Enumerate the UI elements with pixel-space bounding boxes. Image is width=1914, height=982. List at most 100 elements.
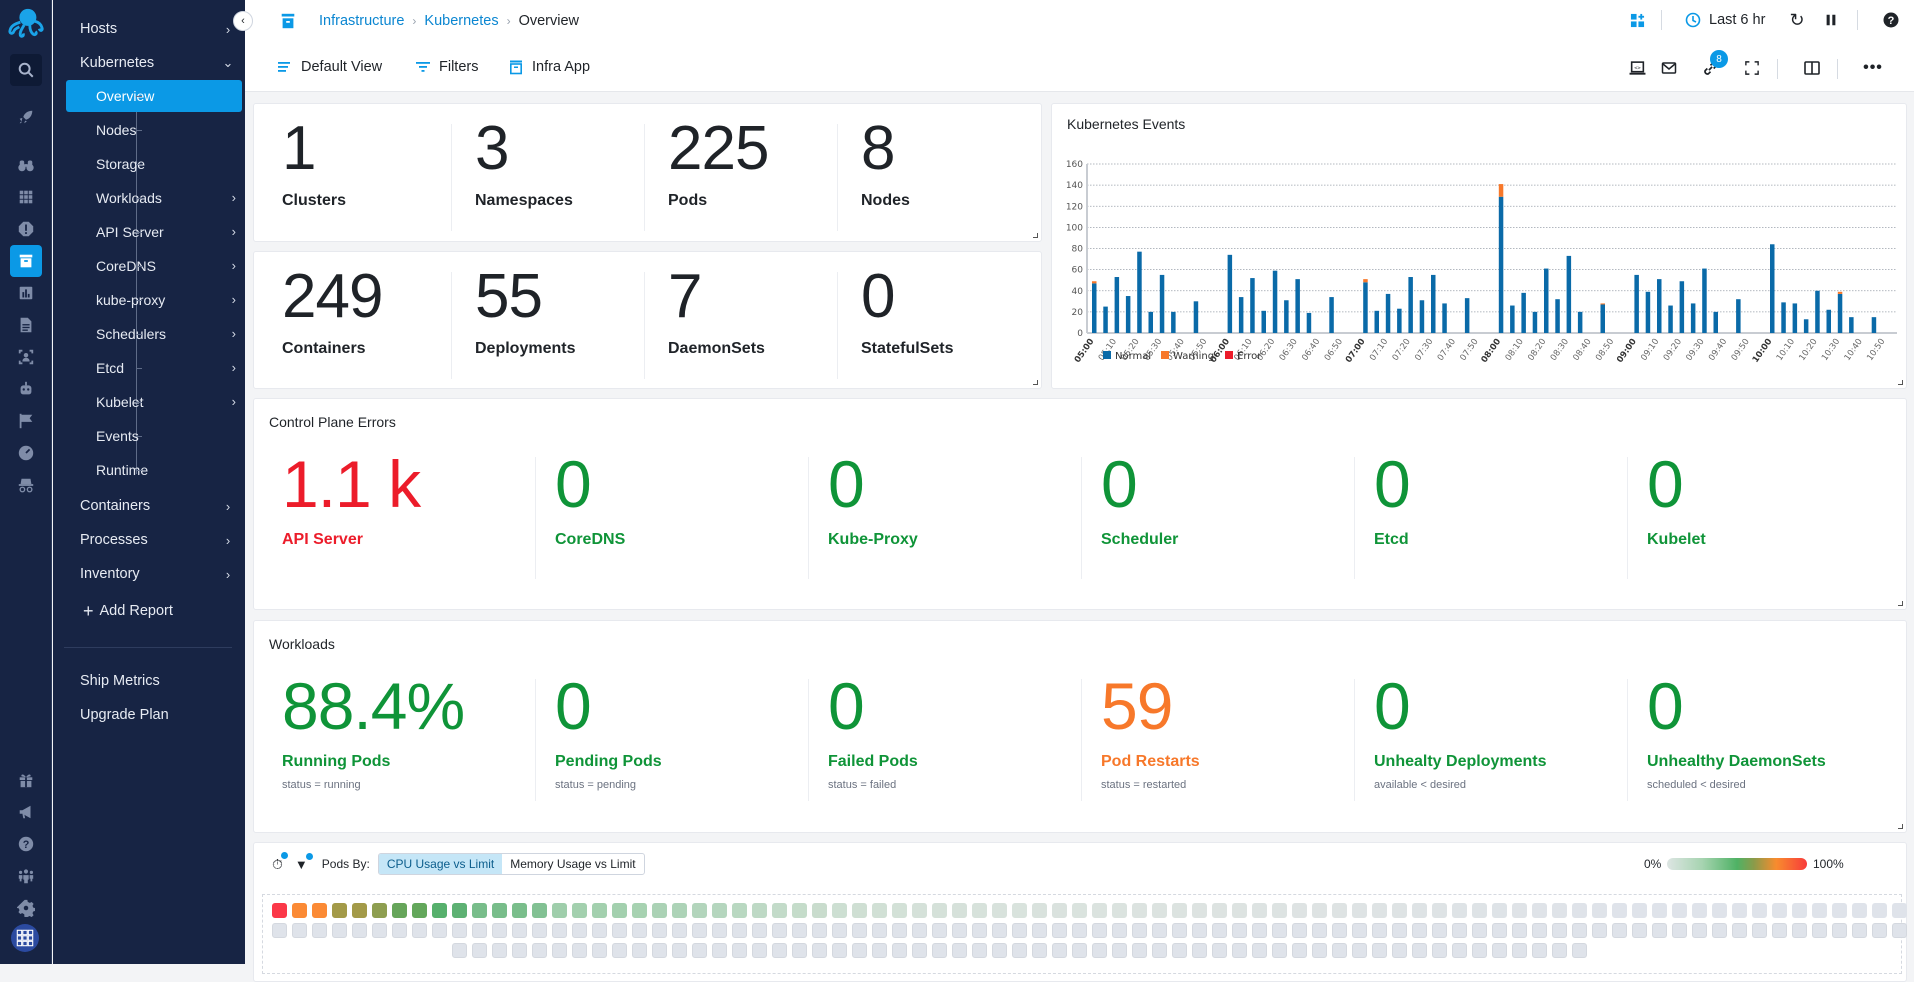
share-link-button[interactable]: 8 — [1700, 50, 1728, 78]
pod-cell[interactable] — [972, 943, 987, 958]
pod-cell[interactable] — [1752, 903, 1767, 918]
pod-cell[interactable] — [1552, 903, 1567, 918]
pod-cell[interactable] — [632, 903, 647, 918]
chart-icon[interactable] — [10, 277, 42, 309]
help-icon[interactable]: ? — [1881, 10, 1901, 30]
pod-cell[interactable] — [1232, 943, 1247, 958]
pod-cell[interactable] — [1512, 903, 1527, 918]
pod-cell[interactable] — [1392, 923, 1407, 938]
gift-icon[interactable] — [10, 764, 42, 796]
pod-cell[interactable] — [1812, 903, 1827, 918]
pod-cell[interactable] — [1612, 923, 1627, 938]
pod-cell[interactable] — [1572, 943, 1587, 958]
nav-subitem-coredns[interactable]: CoreDNS › — [66, 250, 242, 282]
pod-cell[interactable] — [932, 903, 947, 918]
account-avatar[interactable] — [11, 924, 39, 952]
nav-subitem-storage[interactable]: Storage — [66, 148, 242, 180]
pod-cell[interactable] — [472, 943, 487, 958]
pod-cell[interactable] — [572, 903, 587, 918]
pod-cell[interactable] — [912, 903, 927, 918]
add-widget-icon[interactable] — [1628, 11, 1646, 29]
pod-cell[interactable] — [1652, 903, 1667, 918]
pod-cell[interactable] — [712, 903, 727, 918]
pod-cell[interactable] — [1512, 943, 1527, 958]
team-icon[interactable] — [10, 860, 42, 892]
pod-cell[interactable] — [1172, 943, 1187, 958]
pod-cell[interactable] — [752, 923, 767, 938]
stat-namespaces[interactable]: 3 Namespaces — [475, 118, 573, 210]
pod-cell[interactable] — [1332, 943, 1347, 958]
pod-cell[interactable] — [872, 903, 887, 918]
alert-icon[interactable] — [10, 213, 42, 245]
pod-cell[interactable] — [1852, 903, 1867, 918]
pod-cell[interactable] — [1572, 903, 1587, 918]
pod-cell[interactable] — [1452, 923, 1467, 938]
pod-cell[interactable] — [1592, 923, 1607, 938]
filter-info-icon[interactable]: ▼ — [295, 852, 313, 872]
search-icon[interactable] — [10, 54, 42, 86]
pod-cell[interactable] — [352, 923, 367, 938]
pod-cell[interactable] — [1012, 923, 1027, 938]
pod-cell[interactable] — [1392, 943, 1407, 958]
pod-cell[interactable] — [1532, 943, 1547, 958]
email-icon[interactable] — [1659, 58, 1679, 78]
pod-cell[interactable] — [852, 923, 867, 938]
pod-cell[interactable] — [1712, 903, 1727, 918]
pod-cell[interactable] — [932, 943, 947, 958]
resize-handle[interactable] — [1033, 233, 1038, 238]
octopus-logo[interactable] — [6, 6, 46, 42]
stat-etcd[interactable]: 0 Etcd — [1374, 451, 1411, 549]
document-icon[interactable] — [10, 309, 42, 341]
pod-cell[interactable] — [1072, 923, 1087, 938]
infra-app-button[interactable]: Infra App — [508, 59, 590, 75]
pod-cell[interactable] — [1332, 923, 1347, 938]
stat-kube-proxy[interactable]: 0 Kube-Proxy — [828, 451, 918, 549]
pod-cell[interactable] — [1532, 923, 1547, 938]
pod-cell[interactable] — [1372, 923, 1387, 938]
pod-cell[interactable] — [292, 903, 307, 918]
pod-cell[interactable] — [1672, 923, 1687, 938]
pod-cell[interactable] — [1112, 923, 1127, 938]
rocket-icon[interactable] — [10, 101, 42, 133]
pod-cell[interactable] — [732, 903, 747, 918]
pod-cell[interactable] — [1032, 903, 1047, 918]
pod-cell[interactable] — [452, 923, 467, 938]
pod-cell[interactable] — [652, 923, 667, 938]
pod-cell[interactable] — [312, 923, 327, 938]
pod-cell[interactable] — [1352, 903, 1367, 918]
pod-cell[interactable] — [1732, 923, 1747, 938]
pod-cell[interactable] — [1272, 903, 1287, 918]
pod-cell[interactable] — [1272, 923, 1287, 938]
pod-cell[interactable] — [332, 903, 347, 918]
flag-icon[interactable] — [10, 405, 42, 437]
stat-running-pods[interactable]: 88.4% Running Pods status = running — [282, 673, 465, 791]
pod-cell[interactable] — [1832, 903, 1847, 918]
pod-cell[interactable] — [272, 903, 287, 918]
pod-cell[interactable] — [1232, 903, 1247, 918]
pod-cell[interactable] — [872, 943, 887, 958]
megaphone-icon[interactable] — [10, 796, 42, 828]
pod-cell[interactable] — [492, 903, 507, 918]
stat-pods[interactable]: 225 Pods — [668, 118, 769, 210]
pod-cell[interactable] — [1052, 923, 1067, 938]
pod-cell[interactable] — [992, 943, 1007, 958]
pod-cell[interactable] — [1432, 903, 1447, 918]
nav-subitem-etcd[interactable]: Etcd › — [66, 352, 242, 384]
default-view-button[interactable]: Default View — [277, 59, 382, 75]
pod-cell[interactable] — [1092, 943, 1107, 958]
pod-cell[interactable] — [1792, 923, 1807, 938]
pod-cell[interactable] — [772, 943, 787, 958]
pod-cell[interactable] — [612, 903, 627, 918]
pod-cell[interactable] — [1032, 943, 1047, 958]
add-report-button[interactable]: + Add Report — [83, 597, 259, 625]
fullscreen-icon[interactable] — [1742, 58, 1762, 78]
pod-cell[interactable] — [512, 903, 527, 918]
cpu-usage-option[interactable]: CPU Usage vs Limit — [378, 854, 503, 874]
pod-cell[interactable] — [1132, 923, 1147, 938]
pod-cell[interactable] — [412, 923, 427, 938]
pod-cell[interactable] — [1572, 923, 1587, 938]
stat-unhealthy-daemonsets[interactable]: 0 Unhealthy DaemonSets scheduled < desired — [1647, 673, 1826, 791]
pod-cell[interactable] — [792, 923, 807, 938]
pod-cell[interactable] — [892, 903, 907, 918]
stat-scheduler[interactable]: 0 Scheduler — [1101, 451, 1178, 549]
